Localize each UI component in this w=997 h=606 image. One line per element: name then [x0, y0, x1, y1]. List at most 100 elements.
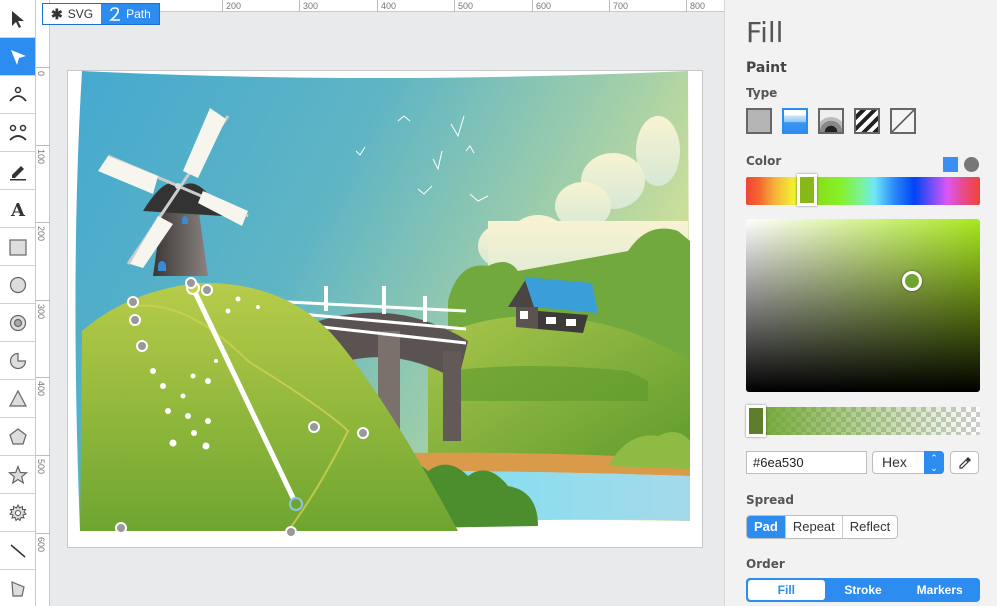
alpha-slider[interactable] [746, 405, 980, 437]
transform-tool[interactable] [0, 76, 35, 114]
panel-title: Fill [746, 16, 784, 49]
spread-label: Spread [746, 493, 794, 507]
ruler-tick: 700 [609, 0, 628, 12]
order-label: Order [746, 557, 785, 571]
eyedropper-button[interactable] [950, 451, 979, 474]
spread-repeat-button[interactable]: Repeat [786, 516, 843, 538]
path-node[interactable] [185, 277, 197, 289]
type-linear-gradient-button[interactable] [782, 108, 808, 134]
ruler-tick-label: 200 [36, 226, 46, 242]
order-fill-button[interactable]: Fill [748, 580, 825, 600]
fill-swatch-square[interactable] [943, 157, 958, 172]
fill-panel: Fill Paint Type Color Hex ⌃⌄ Spread Pa [724, 0, 997, 606]
ruler-tick: 300 [36, 300, 50, 319]
freeform-icon [10, 580, 25, 597]
ruler-tick: 200 [222, 0, 241, 12]
path-mode-label: Path [126, 7, 151, 21]
path-mode-button[interactable]: Path [101, 4, 159, 24]
star-tool[interactable] [0, 456, 35, 494]
path-node[interactable] [127, 296, 139, 308]
ruler-tick: 100 [36, 145, 50, 164]
type-none-button[interactable] [890, 108, 916, 134]
svg-mode-button[interactable]: ✱ SVG [43, 4, 101, 24]
asterisk-icon: ✱ [51, 5, 63, 22]
path-node[interactable] [115, 522, 127, 534]
path-node[interactable] [129, 314, 141, 326]
spread-pad-button[interactable]: Pad [747, 516, 786, 538]
single-node-icon [8, 86, 27, 102]
ruler-tick-label: 400 [36, 381, 46, 397]
mode-switch: ✱ SVG Path [42, 3, 160, 25]
select-arrows-icon: ⌃ ⌄ [924, 451, 944, 474]
polygon-tool[interactable] [0, 418, 35, 456]
line-icon [10, 543, 25, 558]
ring-icon [9, 314, 26, 331]
order-markers-button[interactable]: Markers [901, 580, 978, 600]
color-picker-handle[interactable] [902, 271, 922, 291]
ruler-tick: 500 [454, 0, 473, 12]
spread-reflect-button[interactable]: Reflect [843, 516, 897, 538]
order-stroke-button[interactable]: Stroke [825, 580, 902, 600]
alpha-slider-handle[interactable] [746, 405, 766, 437]
type-pattern-button[interactable] [854, 108, 880, 134]
path-node[interactable] [136, 340, 148, 352]
eyedropper-icon [958, 456, 971, 469]
type-radial-gradient-button[interactable] [818, 108, 844, 134]
cog-tool[interactable] [0, 494, 35, 532]
pie-tool[interactable] [0, 342, 35, 380]
app: A 200 300 400 500 600 700 800 0 100 200 … [0, 0, 997, 606]
pencil-tool[interactable] [0, 152, 35, 190]
line-tool[interactable] [0, 532, 35, 570]
ruler-tick-label: 0 [36, 71, 46, 77]
hex-color-input[interactable] [746, 451, 867, 474]
canvas[interactable] [51, 13, 724, 606]
rect-tool[interactable] [0, 228, 35, 266]
ruler-tick: 200 [36, 222, 50, 241]
vertical-ruler: 0 100 200 300 400 500 600 [36, 0, 50, 606]
ruler-tick: 800 [686, 0, 705, 12]
order-segmented-control: Fill Stroke Markers [746, 578, 980, 602]
illustration[interactable] [68, 71, 704, 549]
ruler-tick-label: 500 [36, 459, 46, 475]
hue-slider-handle[interactable] [797, 174, 817, 206]
color-label: Color [746, 154, 782, 168]
freeform-tool[interactable] [0, 570, 35, 606]
svg-text:A: A [10, 200, 26, 219]
arrow-icon [11, 10, 24, 28]
node-arrow-icon [10, 49, 26, 65]
hue-slider[interactable] [746, 174, 980, 206]
triangle-tool[interactable] [0, 380, 35, 418]
ruler-tick: 500 [36, 455, 50, 474]
gradient-end-handle[interactable] [289, 497, 303, 511]
ruler-tick: 0 [36, 67, 50, 76]
ruler-tick-label: 300 [36, 304, 46, 320]
ruler-tick: 400 [36, 377, 50, 396]
path-node[interactable] [308, 421, 320, 433]
path-icon [109, 7, 121, 21]
select-tool[interactable] [0, 0, 35, 38]
type-label: Type [746, 86, 778, 100]
color-format-value: Hex [882, 454, 907, 470]
text-icon: A [10, 200, 26, 219]
ruler-tick-label: 600 [36, 537, 46, 553]
double-node-icon [8, 124, 27, 141]
fill-swatch-circle[interactable] [964, 157, 979, 172]
spread-segmented-control: Pad Repeat Reflect [746, 515, 899, 539]
svg-mode-label: SVG [67, 7, 94, 21]
path-node[interactable] [201, 284, 213, 296]
saturation-value-picker[interactable] [746, 219, 980, 392]
ruler-tick: 600 [36, 533, 50, 552]
path-node[interactable] [285, 526, 297, 538]
ellipse-tool[interactable] [0, 266, 35, 304]
star-icon [7, 464, 28, 484]
type-flat-button[interactable] [746, 108, 772, 134]
ruler-tick: 400 [377, 0, 396, 12]
path-node[interactable] [357, 427, 369, 439]
multi-node-tool[interactable] [0, 114, 35, 152]
artboard[interactable] [67, 70, 703, 548]
node-edit-tool[interactable] [0, 38, 35, 76]
text-tool[interactable]: A [0, 190, 35, 228]
paint-heading: Paint [746, 60, 787, 76]
ring-tool[interactable] [0, 304, 35, 342]
color-format-select[interactable]: Hex ⌃ ⌄ [872, 451, 944, 474]
